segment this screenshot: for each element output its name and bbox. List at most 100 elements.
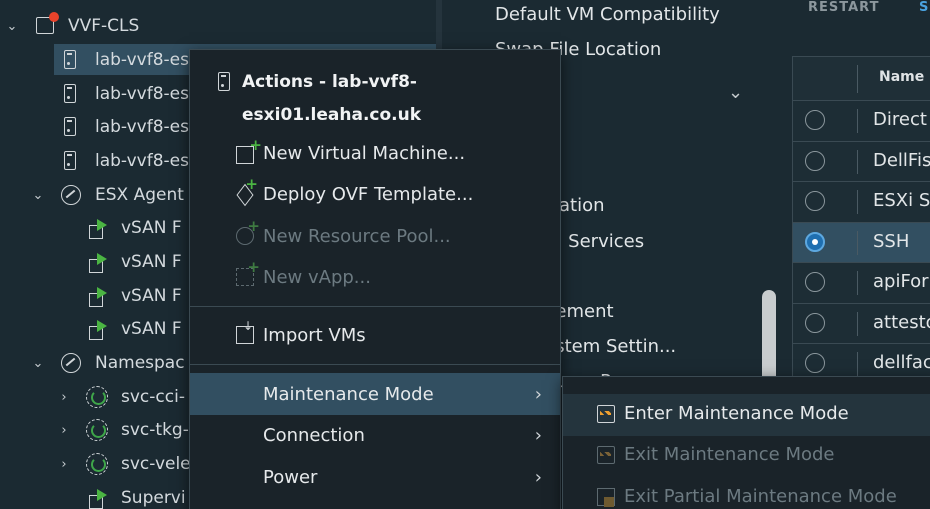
radio-button-selected[interactable] xyxy=(805,231,825,252)
service-name: dellfac xyxy=(873,352,930,373)
tree-item-label: Namespac xyxy=(95,353,185,373)
column-divider xyxy=(857,352,858,376)
tree-item-label: svc-vele xyxy=(121,454,191,474)
start-button[interactable]: S xyxy=(919,0,929,15)
column-divider xyxy=(857,65,858,93)
column-divider xyxy=(857,190,858,214)
menu-item-connection[interactable]: Connection › xyxy=(190,414,560,456)
host-icon xyxy=(64,50,76,69)
namespace-icon xyxy=(86,419,108,441)
chevron-right-icon[interactable]: › xyxy=(57,457,71,472)
host-icon xyxy=(64,117,76,136)
vm-folder-icon xyxy=(61,185,81,205)
tree-item-label: ESX Agent xyxy=(95,185,184,205)
deploy-ovf-icon xyxy=(236,175,258,203)
chevron-down-icon[interactable]: ⌄ xyxy=(31,188,45,203)
menu-item-new-resource-pool: New Resource Pool... xyxy=(190,215,560,257)
menu-item-exit-maintenance: Exit Maintenance Mode xyxy=(563,435,930,477)
maintenance-icon xyxy=(597,446,615,464)
tree-item-label: svc-tkg- xyxy=(121,420,189,440)
vm-powered-on-icon xyxy=(89,287,109,307)
menu-item-enter-maintenance[interactable]: Enter Maintenance Mode xyxy=(563,394,930,436)
import-icon xyxy=(236,319,254,344)
tree-item-cluster[interactable]: ⌄ VVF-CLS xyxy=(0,10,436,42)
chevron-right-icon: › xyxy=(534,424,542,446)
column-divider xyxy=(857,311,858,336)
tree-item-label: Supervi xyxy=(121,488,186,508)
menu-item-label: Exit Maintenance Mode xyxy=(624,444,835,465)
menu-item-exit-partial-maintenance: Exit Partial Maintenance Mode xyxy=(563,477,930,509)
partial-maintenance-icon xyxy=(597,488,615,507)
table-row-selected[interactable]: SSH xyxy=(793,222,930,263)
tree-item-label: vSAN F xyxy=(121,319,182,339)
chevron-down-icon[interactable]: ⌄ xyxy=(728,82,743,103)
vm-folder-icon xyxy=(61,353,81,373)
radio-button[interactable] xyxy=(805,150,825,171)
chevron-down-icon[interactable]: ⌄ xyxy=(5,19,19,34)
column-divider xyxy=(857,109,858,133)
menu-item-label: Connection xyxy=(263,424,365,446)
chevron-right-icon[interactable]: › xyxy=(57,390,71,405)
table-row[interactable]: ESXi S xyxy=(793,182,930,223)
chevron-right-icon: › xyxy=(534,383,542,405)
new-vm-icon xyxy=(236,136,262,164)
radio-button[interactable] xyxy=(805,272,825,292)
menu-item-label: Power xyxy=(263,466,318,488)
chevron-right-icon[interactable]: › xyxy=(57,423,71,438)
resource-pool-icon xyxy=(236,217,260,245)
table-row[interactable]: Direct xyxy=(793,101,930,142)
tree-item-label: lab-vvf8-es xyxy=(95,117,189,137)
vm-powered-on-icon xyxy=(89,219,109,239)
host-icon xyxy=(64,84,76,103)
menu-item-power[interactable]: Power › xyxy=(190,456,560,498)
restart-button[interactable]: RESTART xyxy=(808,0,879,15)
host-icon xyxy=(218,72,230,91)
context-menu-title-line2: esxi01.leaha.co.uk xyxy=(242,105,422,125)
maintenance-submenu: Enter Maintenance Mode Exit Maintenance … xyxy=(562,376,930,509)
table-row[interactable]: apiFor xyxy=(793,263,930,304)
column-divider xyxy=(857,149,858,174)
menu-item-new-vm[interactable]: New Virtual Machine... xyxy=(190,132,560,174)
vm-powered-on-icon xyxy=(89,489,109,509)
menu-item-deploy-ovf[interactable]: Deploy OVF Template... xyxy=(190,173,560,215)
service-name: Direct xyxy=(873,109,927,130)
table-header: Name xyxy=(793,57,930,101)
radio-button[interactable] xyxy=(805,312,825,333)
column-divider xyxy=(857,271,858,295)
menu-item-label: New vApp... xyxy=(263,266,371,288)
context-menu-title: Actions - lab-vvf8- xyxy=(242,72,417,92)
menu-item-label: Deploy OVF Template... xyxy=(263,183,474,205)
menu-divider xyxy=(190,364,560,365)
service-name: ESXi S xyxy=(873,190,930,211)
menu-item-label: Exit Partial Maintenance Mode xyxy=(624,486,897,507)
column-header-name[interactable]: Name xyxy=(879,69,924,85)
tree-item-label: lab-vvf8-es xyxy=(95,151,189,171)
service-name: apiFor xyxy=(873,271,929,292)
radio-button[interactable] xyxy=(805,353,825,373)
host-icon xyxy=(64,151,76,170)
cluster-icon xyxy=(36,12,59,34)
table-row[interactable]: DellFis xyxy=(793,142,930,182)
radio-button[interactable] xyxy=(805,110,825,130)
table-row[interactable]: attesto xyxy=(793,304,930,344)
menu-item-new-vapp: New vApp... xyxy=(190,256,560,298)
menu-item-import-vms[interactable]: Import VMs xyxy=(190,314,560,356)
chevron-down-icon[interactable]: ⌄ xyxy=(31,356,45,371)
service-name: DellFis xyxy=(873,149,930,171)
tree-item-label: vSAN F xyxy=(121,286,182,306)
radio-button[interactable] xyxy=(805,191,825,211)
settings-item-vm-compat[interactable]: Default VM Compatibility xyxy=(495,4,720,25)
chevron-right-icon: › xyxy=(534,466,542,488)
actions-context-menu: Actions - lab-vvf8- esxi01.leaha.co.uk N… xyxy=(189,49,561,509)
tree-item-label: VVF-CLS xyxy=(68,16,140,36)
tree-item-label: vSAN F xyxy=(121,252,182,272)
menu-item-maintenance-mode[interactable]: Maintenance Mode › xyxy=(190,373,560,415)
menu-item-label: New Virtual Machine... xyxy=(263,142,466,164)
service-name: attesto xyxy=(873,311,930,333)
tree-item-label: lab-vvf8-es xyxy=(95,50,189,70)
tree-item-label: lab-vvf8-es xyxy=(95,84,189,104)
namespace-icon xyxy=(86,453,108,475)
tree-item-label: vSAN F xyxy=(121,218,182,238)
menu-item-label: Import VMs xyxy=(263,324,366,346)
tree-item-label: svc-cci- xyxy=(121,387,185,407)
